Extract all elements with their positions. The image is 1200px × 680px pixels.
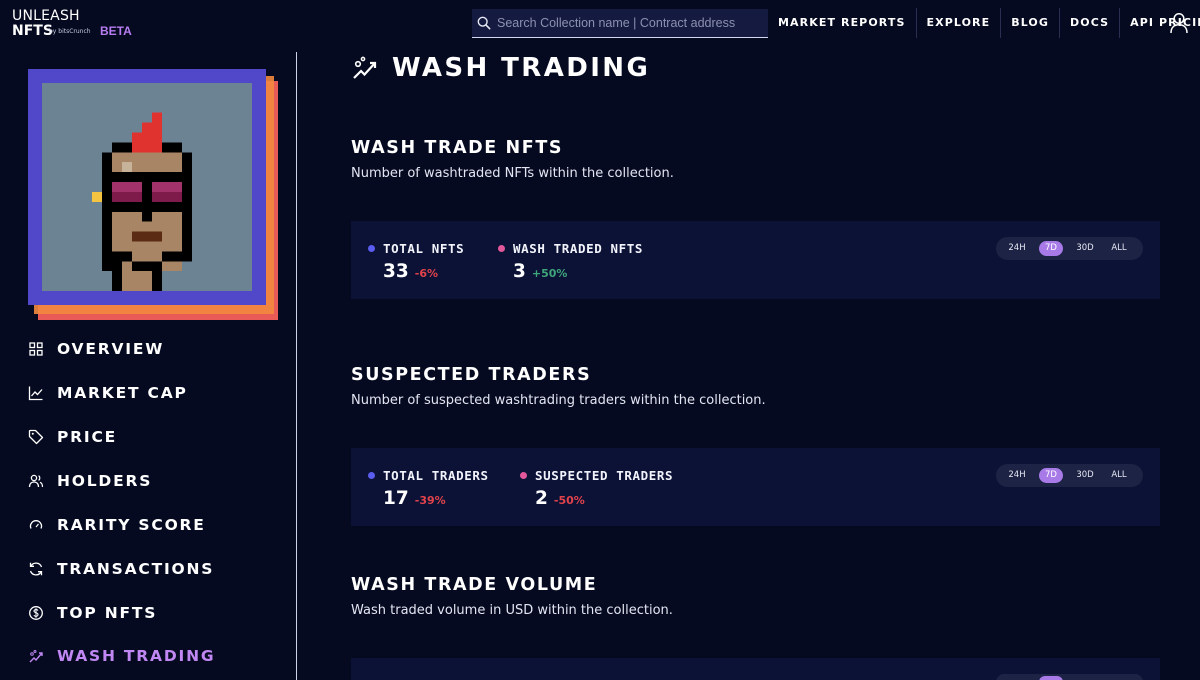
sidebar-divider — [296, 52, 297, 680]
wash-trade-nfts-card: TOTAL NFTS 33 -6% WASH TRADED NFTS 3 +50… — [351, 221, 1160, 299]
metric-value: 2 — [535, 488, 548, 509]
search-icon — [477, 16, 491, 30]
refresh-icon — [29, 562, 43, 576]
wash-trading-icon — [29, 650, 43, 663]
sidebar-item-top-nfts[interactable]: TOP NFTS — [28, 598, 288, 628]
section-title-suspected-traders: SUSPECTED TRADERS — [351, 365, 592, 385]
nft-punk-image — [42, 83, 252, 291]
sidebar-item-label: WASH TRADING — [57, 647, 216, 665]
nav-blog[interactable]: BLOG — [1001, 8, 1061, 38]
top-header: UNLEASH NFTS by bitsCrunch BETA MARKET R… — [0, 0, 1200, 46]
sidebar-item-price[interactable]: PRICE — [28, 422, 288, 452]
time-range-selector-partial[interactable] — [996, 674, 1143, 680]
range-7d-partial[interactable] — [1039, 676, 1063, 680]
search-input[interactable] — [497, 16, 765, 30]
sidebar-item-holders[interactable]: HOLDERS — [28, 466, 288, 496]
coin-icon — [29, 606, 43, 620]
search-bar[interactable] — [472, 9, 768, 38]
section-title-wash-trade-nfts: WASH TRADE NFTS — [351, 138, 564, 158]
wash-trade-volume-card — [351, 658, 1160, 680]
sidebar-item-label: PRICE — [57, 428, 118, 446]
metric-value: 17 — [383, 488, 409, 509]
metric-label: WASH TRADED NFTS — [513, 241, 644, 256]
sidebar-item-label: TOP NFTS — [57, 604, 158, 622]
series-dot — [520, 472, 527, 479]
sidebar-item-label: OVERVIEW — [57, 340, 165, 358]
nav-market-reports[interactable]: MARKET REPORTS — [768, 8, 917, 38]
metric-change: -50% — [553, 494, 585, 507]
collection-image-frame — [28, 69, 280, 321]
sidebar-item-transactions[interactable]: TRANSACTIONS — [28, 554, 288, 584]
nav-docs[interactable]: DOCS — [1060, 8, 1121, 38]
tag-icon — [28, 429, 44, 445]
unleash-nfts-logo[interactable]: UNLEASH NFTS by bitsCrunch BETA — [12, 9, 142, 39]
users-icon — [28, 474, 44, 488]
sidebar-item-label: MARKET CAP — [57, 384, 188, 402]
range-24h[interactable]: 24H — [1000, 468, 1034, 483]
series-dot — [498, 245, 505, 252]
metric-value: 3 — [513, 261, 526, 282]
gauge-icon — [29, 520, 43, 529]
series-dot — [368, 472, 375, 479]
metric-change: -6% — [414, 267, 438, 280]
series-dot — [368, 245, 375, 252]
section-description: Wash traded volume in USD within the col… — [351, 603, 673, 618]
sidebar-item-label: HOLDERS — [57, 472, 153, 490]
main-nav: MARKET REPORTS EXPLORE BLOG DOCS API PRI… — [768, 8, 1200, 38]
metric-change: +50% — [531, 267, 568, 280]
metric-label: SUSPECTED TRADERS — [535, 468, 674, 483]
sidebar-item-label: RARITY SCORE — [57, 516, 206, 534]
wash-trading-icon — [353, 56, 377, 79]
metric-change: -39% — [414, 494, 446, 507]
grid-icon — [29, 342, 43, 356]
sidebar-item-market-cap[interactable]: MARKET CAP — [28, 378, 288, 408]
range-7d[interactable]: 7D — [1039, 241, 1063, 256]
range-24h[interactable]: 24H — [1000, 241, 1034, 256]
nav-explore[interactable]: EXPLORE — [917, 8, 1002, 38]
section-description: Number of washtraded NFTs within the col… — [351, 166, 674, 181]
sidebar-item-wash-trading[interactable]: WASH TRADING — [28, 641, 288, 671]
metric-label: TOTAL NFTS — [383, 241, 465, 256]
suspected-traders-card: TOTAL TRADERS 17 -39% SUSPECTED TRADERS … — [351, 448, 1160, 526]
range-30d[interactable]: 30D — [1068, 468, 1102, 483]
range-7d[interactable]: 7D — [1039, 468, 1063, 483]
time-range-selector: 24H 7D 30D ALL — [996, 464, 1143, 487]
user-profile-icon[interactable] — [1169, 12, 1189, 34]
page-header: WASH TRADING — [351, 50, 650, 86]
line-chart-icon — [28, 386, 43, 401]
page-title: WASH TRADING — [392, 53, 651, 83]
range-all[interactable]: ALL — [1102, 241, 1136, 256]
sidebar-item-rarity-score[interactable]: RARITY SCORE — [28, 510, 288, 540]
sidebar-item-label: TRANSACTIONS — [57, 560, 215, 578]
range-all[interactable]: ALL — [1102, 468, 1136, 483]
logo-line1: UNLEASH — [12, 8, 80, 24]
sidebar-item-overview[interactable]: OVERVIEW — [28, 334, 288, 364]
logo-line2: NFTS — [12, 23, 53, 39]
section-title-wash-trade-volume: WASH TRADE VOLUME — [351, 575, 598, 595]
metric-value: 33 — [383, 261, 409, 282]
logo-by-text: by bitsCrunch — [49, 28, 91, 35]
metric-label: TOTAL TRADERS — [383, 468, 489, 483]
section-description: Number of suspected washtrading traders … — [351, 393, 766, 408]
range-30d[interactable]: 30D — [1068, 241, 1102, 256]
time-range-selector: 24H 7D 30D ALL — [996, 237, 1143, 260]
beta-badge: BETA — [100, 24, 132, 38]
